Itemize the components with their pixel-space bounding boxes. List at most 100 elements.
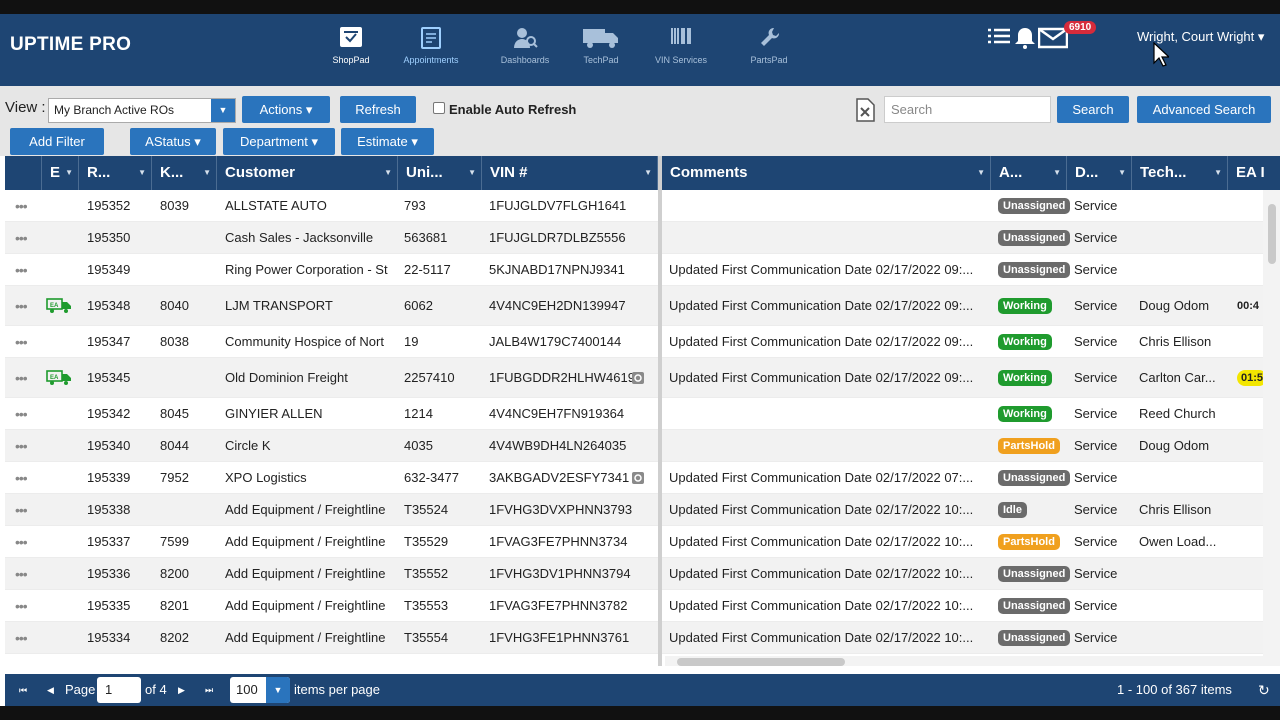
repair-orders-grid: E ▼ R... ▼ K... ▼ Customer ▼ Uni... ▼ VIN # ▼ … <box>5 156 1280 666</box>
nav-techpad[interactable]: TechPad <box>556 26 646 65</box>
nav-label: Dashboards <box>500 55 550 65</box>
table-row[interactable]: ••• 195352 8039 ALLSTATE AUTO 793 1FUJGLDV7FL… <box>5 190 1263 222</box>
nav-partspad[interactable]: PartsPad <box>724 26 814 65</box>
row-ro-cell: 195349 <box>87 262 131 277</box>
row-tech-cell: Owen Load... <box>1139 534 1217 549</box>
row-vin-cell: 4V4NC9EH2DN139947 <box>489 298 626 313</box>
status-badge: Working <box>998 358 1052 397</box>
next-page-icon[interactable]: ▶ <box>178 674 185 706</box>
row-ro-cell: 195340 <box>87 438 131 453</box>
column-header-vin[interactable]: VIN # ▼ <box>482 156 658 190</box>
column-header-ro[interactable]: R... ▼ <box>79 156 152 190</box>
vin-decode-icon[interactable] <box>631 358 645 397</box>
table-row[interactable]: ••• 195334 8202 Add Equipment / Freightline… <box>5 622 1263 654</box>
row-menu-icon[interactable]: ••• <box>15 222 27 253</box>
column-header-ea[interactable]: EA I <box>1228 156 1280 190</box>
row-menu-icon[interactable]: ••• <box>15 590 27 621</box>
pager-summary: 1 - 100 of 367 items <box>1117 682 1232 697</box>
advanced-search-button[interactable]: Advanced Search <box>1137 96 1271 123</box>
table-row[interactable]: ••• EA 195345 Old Dominion Freight 2257410 1F… <box>5 358 1268 398</box>
clear-filter-icon[interactable] <box>854 98 876 122</box>
search-input[interactable]: Search <box>884 96 1051 123</box>
ea-timer: 00:4 <box>1237 299 1260 312</box>
table-row[interactable]: ••• 195339 7952 XPO Logistics 632-3477 3AKBGA… <box>5 462 1263 494</box>
table-row[interactable]: ••• 195350 Cash Sales - Jacksonville 563681… <box>5 222 1263 254</box>
row-unit-cell: T35552 <box>404 566 449 581</box>
row-menu-icon[interactable]: ••• <box>15 286 27 325</box>
row-menu-icon[interactable]: ••• <box>15 190 27 221</box>
column-header-customer[interactable]: Customer ▼ <box>217 156 398 190</box>
row-menu-icon[interactable]: ••• <box>15 526 27 557</box>
table-row[interactable]: ••• 195340 8044 Circle K 4035 4V4WB9DH4LN2640… <box>5 430 1263 462</box>
previous-page-icon[interactable]: ◀ <box>47 674 54 706</box>
page-number-input[interactable]: 1 <box>97 677 141 703</box>
filter-bar: Add Filter AStatus ▾ Department ▾ Estima… <box>0 128 1280 156</box>
table-row[interactable]: ••• 195336 8200 Add Equipment / Freightline… <box>5 558 1263 590</box>
nav-label: TechPad <box>583 55 619 65</box>
table-row[interactable]: ••• EA 195348 8040 LJM TRANSPORT 6062 4V4NC9EH… <box>5 286 1263 326</box>
table-row[interactable]: ••• 195342 8045 GINYIER ALLEN 1214 4V4NC9EH7F… <box>5 398 1263 430</box>
vertical-scrollbar[interactable] <box>1263 190 1280 666</box>
auto-refresh-checkbox[interactable] <box>433 102 445 114</box>
bell-icon[interactable] <box>1014 26 1036 50</box>
row-comments-cell: Updated First Communication Date 02/17/2… <box>669 334 974 349</box>
row-department-cell: Service <box>1074 502 1118 517</box>
row-customer-cell: Add Equipment / Freightline <box>225 630 386 645</box>
list-icon[interactable] <box>986 26 1012 50</box>
column-header-astatus[interactable]: A... ▼ <box>991 156 1067 190</box>
table-row[interactable]: ••• 195338 Add Equipment / Freightline T355… <box>5 494 1263 526</box>
last-page-icon[interactable]: ⏭ <box>205 674 213 706</box>
row-ro-cell: 195352 <box>87 198 131 213</box>
row-menu-icon[interactable]: ••• <box>15 398 27 429</box>
row-ro-cell: 195345 <box>87 370 131 385</box>
row-menu-icon[interactable]: ••• <box>15 494 27 525</box>
row-customer-cell: GINYIER ALLEN <box>225 406 323 421</box>
column-header-department[interactable]: D... ▼ <box>1067 156 1132 190</box>
row-unit-cell: 19 <box>404 334 419 349</box>
department-filter-button[interactable]: Department ▾ <box>223 128 335 155</box>
row-comments-cell: Updated First Communication Date 02/17/2… <box>669 598 974 613</box>
row-k-cell: 7952 <box>160 470 189 485</box>
row-department-cell: Service <box>1074 262 1118 277</box>
table-row[interactable]: ••• 195337 7599 Add Equipment / Freightline… <box>5 526 1263 558</box>
row-menu-icon[interactable]: ••• <box>15 430 27 461</box>
row-menu-icon[interactable]: ••• <box>15 622 27 653</box>
row-menu-icon[interactable]: ••• <box>15 254 27 285</box>
column-header-e[interactable]: E ▼ <box>42 156 79 190</box>
row-menu-icon[interactable]: ••• <box>15 326 27 357</box>
scrollbar-thumb[interactable] <box>1268 204 1276 264</box>
column-header-tech[interactable]: Tech... ▼ <box>1132 156 1228 190</box>
refresh-button[interactable]: Refresh <box>340 96 416 123</box>
column-header-comments[interactable]: Comments ▼ <box>662 156 991 190</box>
row-department-cell: Service <box>1074 334 1118 349</box>
estimate-filter-button[interactable]: Estimate ▾ <box>341 128 434 155</box>
vin-decode-icon[interactable] <box>631 462 645 493</box>
nav-label: ShopPad <box>332 55 370 65</box>
status-badge: Unassigned <box>998 622 1071 653</box>
page-size-select[interactable]: 100 ▼ <box>230 677 290 703</box>
appointments-icon <box>421 27 441 49</box>
actions-button[interactable]: Actions ▾ <box>242 96 330 123</box>
table-row[interactable]: ••• 195335 8201 Add Equipment / Freightline… <box>5 590 1263 622</box>
refresh-icon[interactable]: ↻ <box>1258 674 1270 706</box>
scrollbar-thumb[interactable] <box>677 658 845 666</box>
add-filter-button[interactable]: Add Filter <box>10 128 104 155</box>
table-row[interactable]: ••• 195349 Ring Power Corporation - St 22-5… <box>5 254 1263 286</box>
first-page-icon[interactable]: ⏮ <box>19 674 27 706</box>
nav-vin-services[interactable]: VIN Services <box>636 26 726 65</box>
column-header-k[interactable]: K... ▼ <box>152 156 217 190</box>
search-button[interactable]: Search <box>1057 96 1129 123</box>
nav-appointments[interactable]: Appointments <box>386 26 476 65</box>
astatus-filter-button[interactable]: AStatus ▾ <box>130 128 216 155</box>
horizontal-scrollbar[interactable] <box>665 656 1263 666</box>
row-menu-icon[interactable]: ••• <box>15 558 27 589</box>
view-select[interactable]: My Branch Active ROs ▼ <box>48 98 236 123</box>
column-header-unit[interactable]: Uni... ▼ <box>398 156 482 190</box>
row-unit-cell: 632-3477 <box>404 470 459 485</box>
row-unit-cell: T35529 <box>404 534 449 549</box>
row-tech-cell: Chris Ellison <box>1139 502 1212 517</box>
nav-shoppad[interactable]: ShopPad <box>306 26 396 65</box>
table-row[interactable]: ••• 195347 8038 Community Hospice of Nort 19… <box>5 326 1263 358</box>
row-menu-icon[interactable]: ••• <box>15 462 27 493</box>
row-menu-icon[interactable]: ••• <box>15 358 27 397</box>
